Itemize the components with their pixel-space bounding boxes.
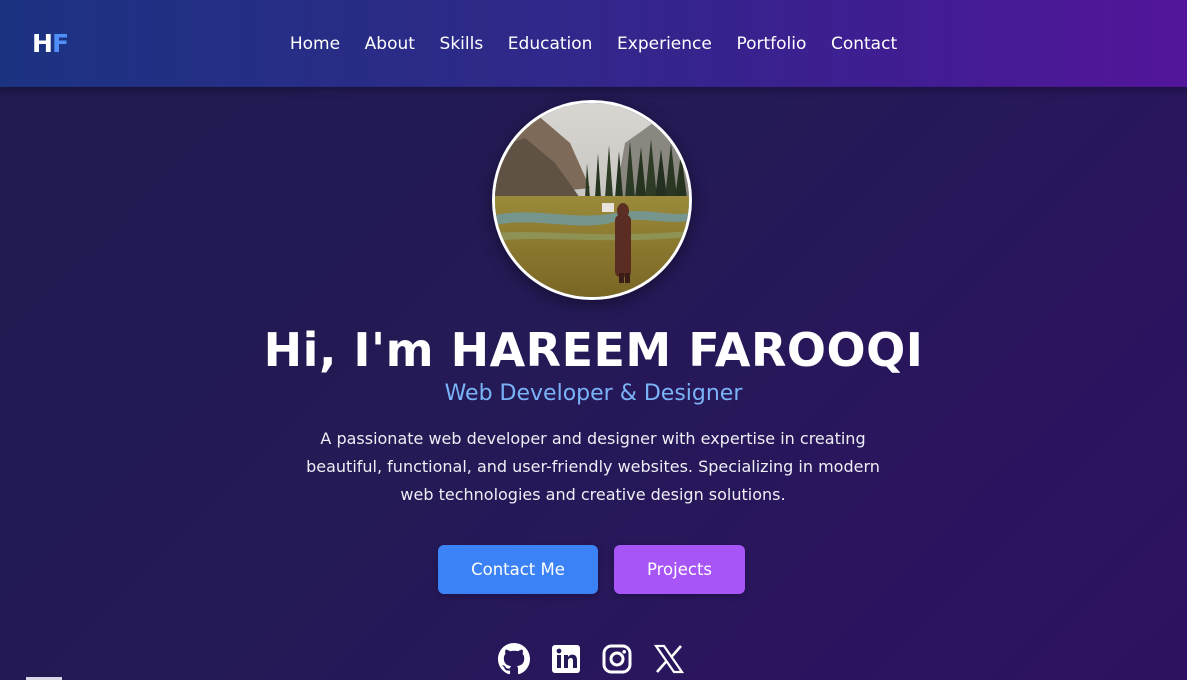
hero-title: Hi, I'm HAREEM FAROOQI bbox=[263, 323, 924, 377]
instagram-icon[interactable] bbox=[601, 643, 633, 675]
profile-photo bbox=[492, 100, 692, 300]
hero-description: A passionate web developer and designer … bbox=[306, 429, 880, 504]
github-icon[interactable] bbox=[498, 643, 530, 675]
nav-link-contact[interactable]: Contact bbox=[831, 30, 897, 58]
contact-me-button[interactable]: Contact Me bbox=[438, 545, 598, 594]
nav-link-about[interactable]: About bbox=[365, 30, 415, 58]
nav-links: Home About Skills Education Experience P… bbox=[0, 30, 1187, 58]
x-icon[interactable] bbox=[653, 643, 685, 675]
nav-link-home[interactable]: Home bbox=[290, 30, 340, 58]
nav-link-portfolio[interactable]: Portfolio bbox=[736, 30, 806, 58]
linkedin-icon[interactable] bbox=[550, 643, 582, 675]
projects-button[interactable]: Projects bbox=[614, 545, 745, 594]
nav-link-skills[interactable]: Skills bbox=[440, 30, 484, 58]
nav-link-experience[interactable]: Experience bbox=[617, 30, 712, 58]
nav-link-education[interactable]: Education bbox=[508, 30, 593, 58]
social-links bbox=[498, 643, 688, 675]
hero-subtitle: Web Developer & Designer bbox=[444, 381, 743, 406]
navbar: HF Home About Skills Education Experienc… bbox=[0, 0, 1187, 87]
